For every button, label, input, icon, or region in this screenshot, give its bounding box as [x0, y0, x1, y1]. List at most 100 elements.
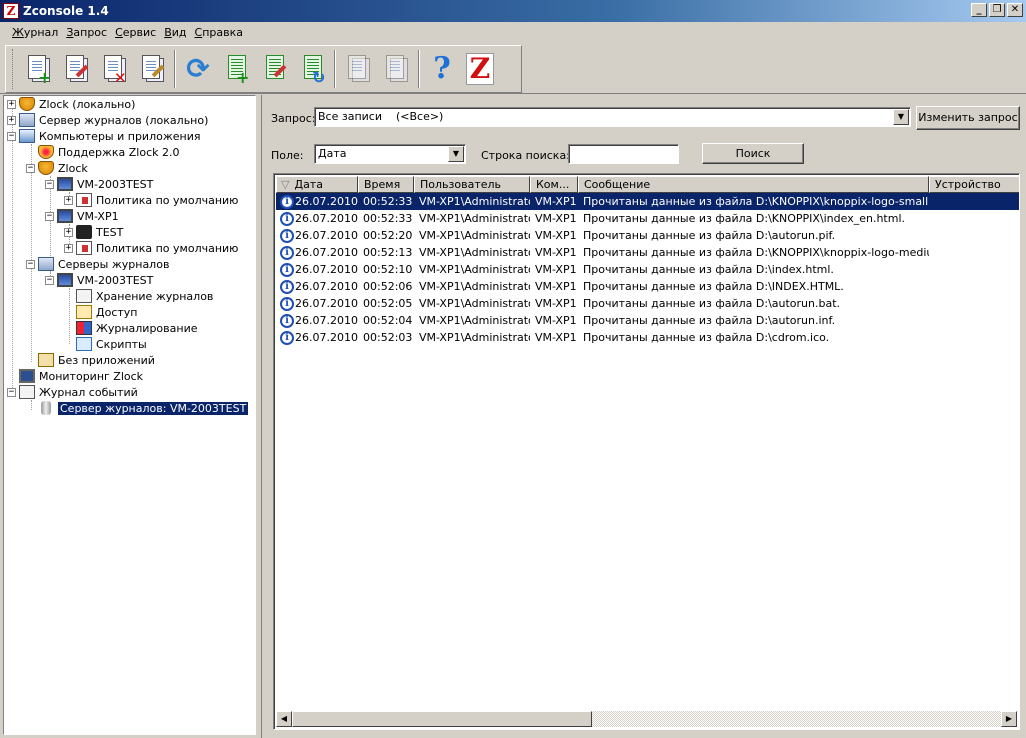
- column-header-device[interactable]: Устройство: [929, 176, 1019, 193]
- tree-label: Доступ: [96, 305, 138, 319]
- edit-record-button[interactable]: [57, 48, 95, 90]
- tree-label: Политика по умолчанию: [96, 241, 239, 255]
- tree-node-scripts[interactable]: Скрипты: [64, 336, 147, 352]
- column-header-date[interactable]: ▽ Дата: [276, 176, 358, 193]
- toolbar-grip[interactable]: [12, 49, 15, 89]
- table-row[interactable]: i 26.07.2010 00:52:05 VM-XP1\Administrator V…: [276, 295, 1019, 312]
- table-row[interactable]: i 26.07.2010 00:52:03 VM-XP1\Administrator V…: [276, 329, 1019, 346]
- tree-node-zlock[interactable]: − Zlock: [26, 160, 88, 176]
- dropdown-arrow-icon[interactable]: ▼: [448, 146, 464, 162]
- collapse-icon[interactable]: −: [45, 179, 54, 189]
- tree-node-log-server-selected[interactable]: Сервер журналов: VM-2003TEST: [26, 400, 249, 416]
- cell-computer: VM-XP1: [535, 263, 577, 276]
- menu-journal[interactable]: Журнал: [8, 26, 62, 39]
- refresh-button[interactable]: ⟳: [179, 48, 217, 90]
- delete-record-button[interactable]: ✕: [95, 48, 133, 90]
- computer-icon: [57, 273, 73, 287]
- cell-date: i 26.07.2010: [276, 279, 358, 294]
- add-record-button[interactable]: +: [19, 48, 57, 90]
- tree-node-zlock2-support[interactable]: Поддержка Zlock 2.0: [26, 144, 179, 160]
- tree-node-log-server-vm-2003test[interactable]: − VM-2003TEST: [45, 272, 153, 288]
- column-header-message[interactable]: Сообщение: [578, 176, 929, 193]
- app-icon[interactable]: Z: [3, 3, 19, 19]
- expand-icon[interactable]: +: [7, 99, 16, 109]
- table-row[interactable]: i 26.07.2010 00:52:33 VM-XP1\Administrator V…: [276, 193, 1019, 210]
- clear-button[interactable]: [133, 48, 171, 90]
- tree-node-no-apps[interactable]: Без приложений: [26, 352, 155, 368]
- table-row[interactable]: i 26.07.2010 00:52:04 VM-XP1\Administrator V…: [276, 312, 1019, 329]
- expand-icon[interactable]: +: [64, 195, 73, 205]
- scroll-right-icon[interactable]: ▶: [1001, 711, 1017, 727]
- collapse-icon[interactable]: −: [7, 131, 16, 141]
- collapse-icon[interactable]: −: [26, 163, 35, 173]
- cell-message: Прочитаны данные из файла D:\autorun.pif…: [583, 229, 836, 242]
- cell-computer: VM-XP1: [535, 280, 577, 293]
- navigation-tree[interactable]: + Zlock (локально) + Сервер журналов (ло…: [3, 95, 256, 735]
- table-row[interactable]: i 26.07.2010 00:52:06 VM-XP1\Administrator V…: [276, 278, 1019, 295]
- search-button[interactable]: Поиск: [702, 143, 804, 164]
- export-button[interactable]: [377, 48, 415, 90]
- table-row[interactable]: i 26.07.2010 00:52:10 VM-XP1\Administrator V…: [276, 261, 1019, 278]
- table-row[interactable]: i 26.07.2010 00:52:20 VM-XP1\Administrator V…: [276, 227, 1019, 244]
- query-select[interactable]: Все записи (<Все>) ▼: [314, 107, 911, 127]
- cell-time: 00:52:06: [363, 280, 413, 293]
- tree-node-default-policy[interactable]: + Политика по умолчанию: [64, 192, 238, 208]
- tree-label: Журнал событий: [39, 385, 138, 399]
- menu-view[interactable]: Вид: [160, 26, 190, 39]
- add-query-button[interactable]: +: [217, 48, 255, 90]
- menu-service[interactable]: Сервис: [111, 26, 160, 39]
- apply-query-button[interactable]: ↻: [293, 48, 331, 90]
- field-select[interactable]: Дата ▼: [314, 144, 466, 164]
- scroll-left-icon[interactable]: ◀: [276, 711, 292, 727]
- collapse-icon[interactable]: −: [45, 275, 54, 285]
- pane-splitter[interactable]: [256, 95, 260, 738]
- tree-node-test[interactable]: + TEST: [64, 224, 123, 240]
- change-query-button[interactable]: Изменить запрос: [916, 106, 1020, 130]
- tree-node-event-log[interactable]: − Журнал событий: [7, 384, 138, 400]
- tree-node-vm-xp1[interactable]: − VM-XP1: [45, 208, 119, 224]
- cell-message: Прочитаны данные из файла D:\autorun.inf…: [583, 314, 836, 327]
- cell-computer: VM-XP1: [535, 314, 577, 327]
- minimize-button[interactable]: _: [971, 3, 987, 17]
- copy-button[interactable]: [339, 48, 377, 90]
- horizontal-scrollbar[interactable]: ◀ ▶: [276, 711, 1017, 727]
- dropdown-arrow-icon[interactable]: ▼: [893, 109, 909, 125]
- help-button[interactable]: ?: [423, 48, 461, 90]
- table-row[interactable]: i 26.07.2010 00:52:33 VM-XP1\Administrator V…: [276, 210, 1019, 227]
- column-header-time[interactable]: Время: [358, 176, 414, 193]
- collapse-icon[interactable]: −: [26, 259, 35, 269]
- collapse-icon[interactable]: −: [7, 387, 16, 397]
- expand-icon[interactable]: +: [64, 243, 73, 253]
- column-header-computer[interactable]: Ком...: [530, 176, 578, 193]
- cell-time: 00:52:33: [363, 195, 413, 208]
- expand-icon[interactable]: +: [64, 227, 73, 237]
- tree-node-log-servers[interactable]: − Серверы журналов: [26, 256, 169, 272]
- info-icon: i: [280, 296, 294, 311]
- about-button[interactable]: Z: [461, 48, 499, 90]
- tree-node-vm-2003test[interactable]: − VM-2003TEST: [45, 176, 153, 192]
- tree-node-zlock-local[interactable]: + Zlock (локально): [7, 96, 135, 112]
- collapse-icon[interactable]: −: [45, 211, 54, 221]
- menu-help[interactable]: Справка: [191, 26, 247, 39]
- events-table[interactable]: ▽ Дата Время Пользователь Ком... Сообщени…: [273, 173, 1020, 730]
- expand-icon[interactable]: +: [7, 115, 16, 125]
- tree-node-logging[interactable]: Журналирование: [64, 320, 198, 336]
- logging-book-icon: [76, 321, 92, 335]
- tree-node-log-server-local[interactable]: + Сервер журналов (локально): [7, 112, 208, 128]
- title-bar[interactable]: Z Zconsole 1.4 _ ❐ ✕: [0, 0, 1026, 22]
- search-input[interactable]: [568, 144, 679, 164]
- restore-button[interactable]: ❐: [989, 3, 1005, 17]
- tree-node-zlock-monitoring[interactable]: Мониторинг Zlock: [7, 368, 143, 384]
- tree-node-log-storage[interactable]: Хранение журналов: [64, 288, 213, 304]
- tree-node-access[interactable]: Доступ: [64, 304, 137, 320]
- cell-message: Прочитаны данные из файла D:\INDEX.HTML.: [583, 280, 844, 293]
- column-header-user[interactable]: Пользователь: [414, 176, 530, 193]
- menu-query[interactable]: Запрос: [62, 26, 111, 39]
- scroll-thumb[interactable]: [292, 711, 592, 727]
- tree-label: VM-XP1: [77, 209, 119, 223]
- tree-node-default-policy-xp1[interactable]: + Политика по умолчанию: [64, 240, 238, 256]
- edit-query-button[interactable]: [255, 48, 293, 90]
- tree-node-computers-apps[interactable]: − Компьютеры и приложения: [7, 128, 200, 144]
- table-row[interactable]: i 26.07.2010 00:52:13 VM-XP1\Administrator V…: [276, 244, 1019, 261]
- close-button[interactable]: ✕: [1007, 3, 1023, 17]
